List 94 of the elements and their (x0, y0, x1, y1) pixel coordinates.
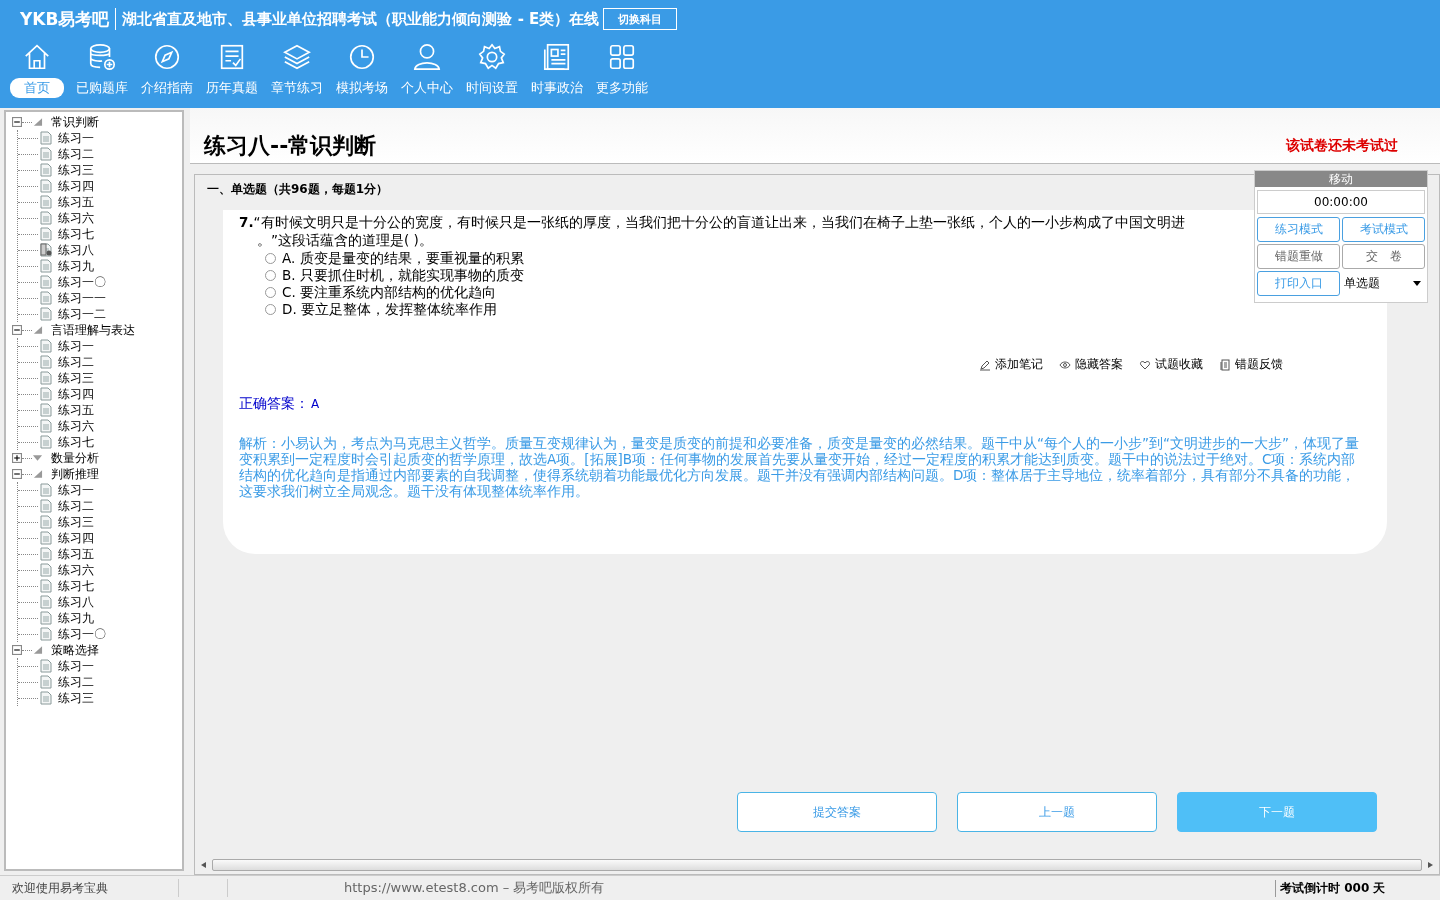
collapse-icon[interactable] (12, 469, 22, 479)
clock-icon (347, 42, 377, 72)
person-icon (412, 42, 442, 72)
panel-button[interactable]: 交 卷 (1342, 244, 1425, 269)
answer-label: 正确答案： (239, 395, 309, 411)
toolbar-link[interactable]: 错题反馈 (1235, 356, 1283, 373)
radio-button[interactable] (265, 304, 276, 315)
triangle-icon (32, 453, 43, 463)
tree-item[interactable]: 练习四 (58, 385, 94, 403)
question-text: 。”这段话蕴含的道理是( )。 (257, 232, 434, 250)
question-number: 7. (239, 214, 254, 232)
analysis-text: 解析：小易认为，考点为马克思主义哲学。质量互变规律认为，量变是质变的前提和必要准备，质变是量变的必然结果。题干中从“每个人的一小步”到“文明进步的一大步”，体现了量变积累到一定程度时会引起质变的哲学原理，故选A项。[拓展]B项：任何事物的发展首先要从量变开始，经过一定程度的积累才能达到质变。题干中的说法过于绝对。C项：系统内部结构的优化趋向是指通过内部要素的自我调整，使得系统朝着功能最优化方向发展。题干并没有强调内部结构问题。D项：整体居于主导地位，统率着部分，具有部分不具备的功能，这要求我们树立全局观念。题干没有体现整体统率作用。 (239, 435, 1360, 499)
compass-icon (152, 42, 182, 72)
tree-item[interactable]: 练习九 (58, 609, 94, 627)
gear-icon (477, 42, 507, 72)
tree-item[interactable]: 练习一〇 (58, 273, 106, 291)
radio-button[interactable] (265, 287, 276, 298)
tree-item[interactable]: 练习一 (58, 481, 94, 499)
move-handle[interactable]: 移动 (1255, 171, 1427, 187)
grid-icon (607, 42, 637, 72)
tree-group[interactable]: 数量分析 (51, 449, 99, 467)
tree-item[interactable]: 练习五 (58, 545, 94, 563)
tree-item[interactable]: 练习五 (58, 193, 94, 211)
layers-icon (282, 42, 312, 72)
radio-button[interactable] (265, 253, 276, 264)
expand-icon[interactable] (12, 453, 22, 463)
panel-button[interactable]: 错题重做 (1257, 244, 1340, 269)
tree-item[interactable]: 练习二 (58, 497, 94, 515)
triangle-icon (32, 469, 43, 479)
question-type-select[interactable]: 单选题 (1342, 271, 1425, 296)
tree-item[interactable]: 练习九 (58, 257, 94, 275)
tree-item[interactable]: 练习一〇 (58, 625, 106, 643)
tree-item[interactable]: 练习三 (58, 513, 94, 531)
pencil-icon (979, 358, 991, 371)
home-icon (22, 42, 52, 72)
scroll-left-icon[interactable] (201, 862, 206, 868)
tree-item[interactable]: 练习二 (58, 145, 94, 163)
section-heading: 一、单选题（共96题，每题1分） (206, 181, 390, 198)
tree-group[interactable]: 策略选择 (51, 641, 99, 659)
tree-item[interactable]: 练习一 (58, 337, 94, 355)
question-text: “有时候文明只是十分公的宽度，有时候只是一张纸的厚度，当我们把十分公的盲道让出来，当我们在椅子上垫一张纸，个人的一小步构成了中国文明进 (253, 214, 1185, 232)
tree-item[interactable]: 练习一一 (58, 289, 106, 307)
tree-group[interactable]: 言语理解与表达 (51, 321, 135, 339)
tree-item[interactable]: 练习七 (58, 577, 94, 595)
eye-icon (1059, 358, 1071, 371)
tree-item[interactable]: 练习五 (58, 401, 94, 419)
caret-icon[interactable] (1413, 281, 1421, 286)
collapse-icon[interactable] (12, 325, 22, 335)
triangle-icon (32, 325, 43, 335)
triangle-icon (32, 645, 43, 655)
tree-item[interactable]: 练习四 (58, 177, 94, 195)
toolbar-link[interactable]: 隐藏答案 (1075, 356, 1123, 373)
tree-item[interactable]: 练习六 (58, 561, 94, 579)
tree-item[interactable]: 练习八 (58, 241, 94, 259)
tree-item[interactable]: 练习一 (58, 657, 94, 675)
option-label[interactable]: B. 只要抓住时机，就能实现事物的质变 (282, 266, 524, 285)
tree-item[interactable]: 练习六 (58, 209, 94, 227)
timer: 00:00:00 (1257, 190, 1425, 214)
tree-item[interactable]: 练习八 (58, 593, 94, 611)
tree-item[interactable]: 练习二 (58, 673, 94, 691)
document-icon (1219, 358, 1231, 371)
radio-button[interactable] (265, 270, 276, 281)
tree-group[interactable]: 判断推理 (51, 465, 99, 483)
tree-item[interactable]: 练习三 (58, 161, 94, 179)
tree-item[interactable]: 练习七 (58, 433, 94, 451)
database-icon (87, 42, 117, 72)
collapse-icon[interactable] (12, 117, 22, 127)
collapse-icon[interactable] (12, 645, 22, 655)
toolbar-link[interactable]: 试题收藏 (1155, 356, 1203, 373)
heart-icon (1139, 358, 1151, 371)
option-label[interactable]: D. 要立足整体，发挥整体统率作用 (282, 300, 497, 319)
exam-title: 湖北省直及地市、县事业单位招聘考试（职业能力倾向测验 - E类）在线 (122, 9, 600, 29)
tree-item[interactable]: 练习六 (58, 417, 94, 435)
toolbar-link[interactable]: 添加笔记 (995, 356, 1043, 373)
tree-item[interactable]: 练习二 (58, 353, 94, 371)
news-icon (542, 42, 572, 72)
tree-item[interactable]: 练习四 (58, 529, 94, 547)
countdown-text: 考试倒计时 000 天 (1275, 879, 1440, 897)
tree-item[interactable]: 练习三 (58, 369, 94, 387)
option-label[interactable]: A. 质变是量变的结果，要重视量的积累 (282, 249, 524, 268)
tree-item[interactable]: 练习七 (58, 225, 94, 243)
app-logo: YKB易考吧 (20, 7, 110, 31)
copyright-text: https://www.etest8.com – 易考吧版权所有 (344, 879, 606, 897)
exercise-title: 练习八--常识判断 (204, 132, 377, 160)
answer-value: A (311, 397, 320, 411)
triangle-icon (32, 117, 43, 127)
scroll-right-icon[interactable] (1428, 862, 1433, 868)
tree-item[interactable]: 练习一 (58, 129, 94, 147)
tree-item[interactable]: 练习一二 (58, 305, 106, 323)
welcome-text: 欢迎使用易考宝典 (11, 879, 109, 897)
tree-item[interactable]: 练习三 (58, 689, 94, 707)
option-label[interactable]: C. 要注重系统内部结构的优化趋向 (282, 283, 496, 302)
tree-group[interactable]: 常识判断 (51, 113, 99, 131)
exam-status: 该试卷还未考试过 (1286, 137, 1398, 155)
